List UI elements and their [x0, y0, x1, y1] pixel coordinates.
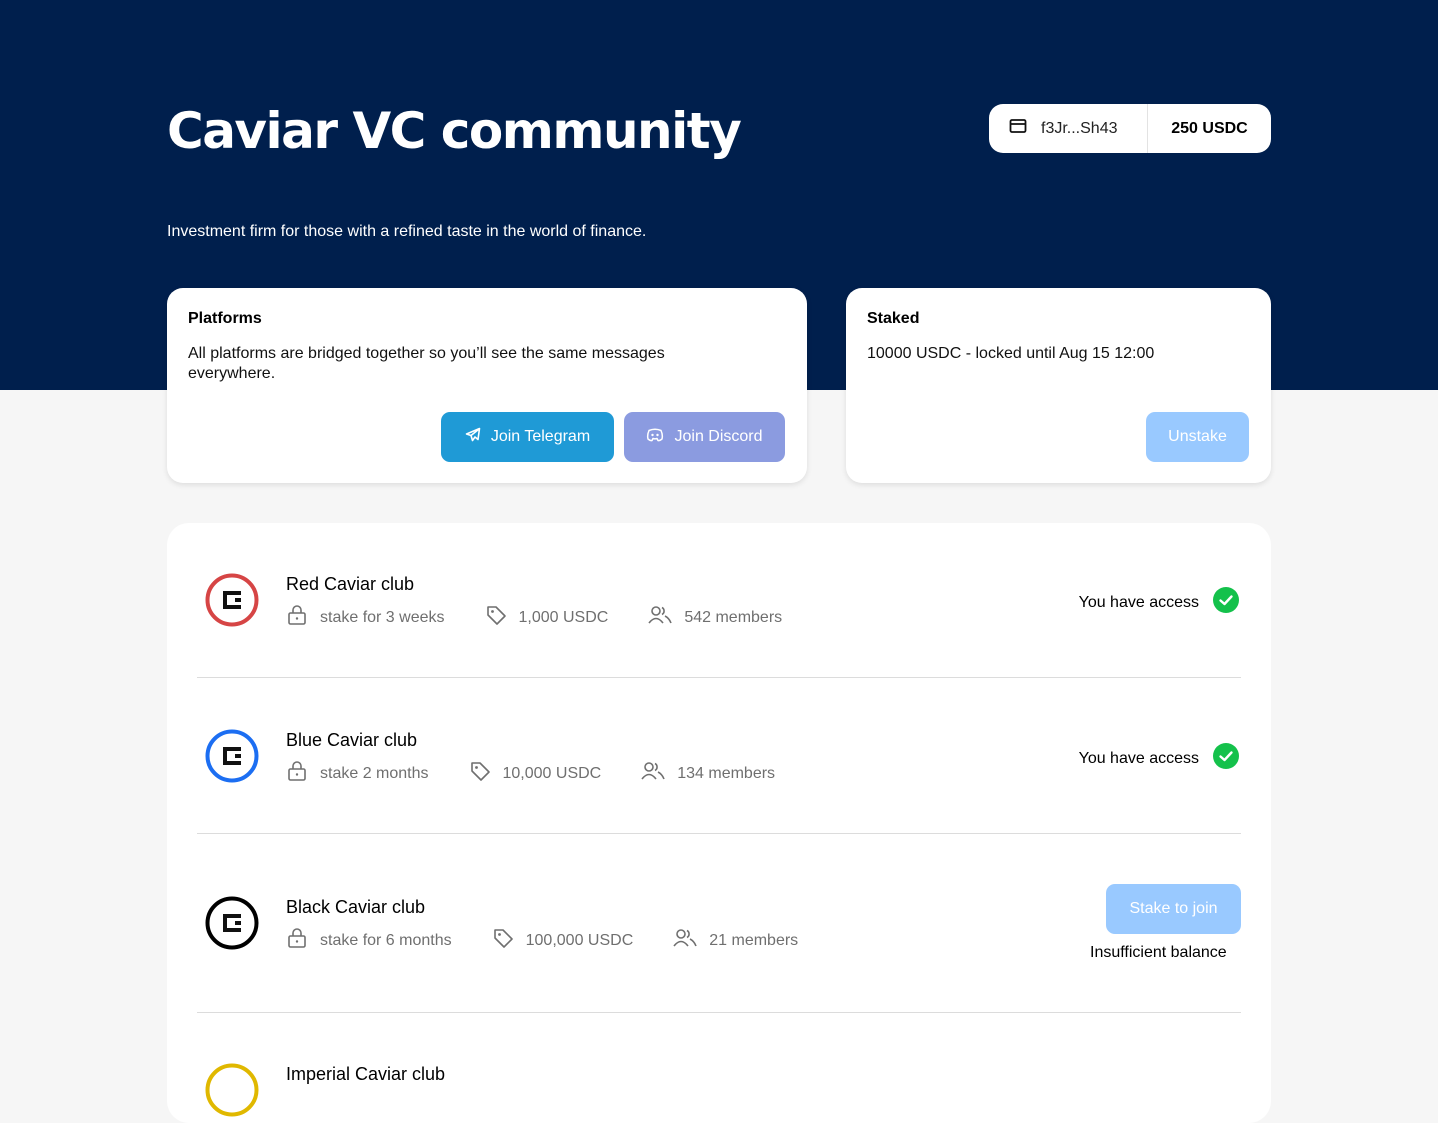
page-title: Caviar VC community: [167, 102, 742, 160]
join-telegram-label: Join Telegram: [490, 428, 591, 445]
club-members: 21 members: [709, 931, 799, 949]
insufficient-balance-label: Insufficient balance: [1090, 944, 1227, 961]
check-icon: [1213, 587, 1239, 618]
club-stake: stake for 6 months: [320, 931, 452, 949]
platforms-heading: Platforms: [188, 310, 262, 327]
join-discord-button[interactable]: Join Discord: [624, 412, 785, 462]
members-icon: [673, 928, 697, 953]
wallet-widget[interactable]: f3Jr...Sh43 250 USDC: [989, 104, 1271, 153]
discord-icon: [646, 428, 664, 447]
club-price: 100,000 USDC: [525, 931, 634, 949]
telegram-icon: [465, 427, 481, 448]
club-logo-icon: [205, 896, 259, 950]
club-logo-icon: [205, 1063, 259, 1117]
page-subtitle: Investment firm for those with a refined…: [167, 223, 647, 240]
tag-icon: [469, 760, 491, 787]
club-stake: stake for 3 weeks: [320, 608, 445, 626]
join-discord-label: Join Discord: [674, 428, 763, 445]
club-name: Blue Caviar club: [286, 730, 418, 750]
check-icon: [1213, 743, 1239, 774]
lock-icon: [286, 927, 308, 954]
tag-icon: [485, 604, 507, 631]
access-status: You have access: [1079, 743, 1239, 774]
staked-description: 10000 USDC - locked until Aug 15 12:00: [867, 345, 1155, 362]
club-name: Black Caviar club: [286, 897, 426, 917]
club-price: 10,000 USDC: [502, 764, 602, 782]
club-meta: stake 2 months 10,000 USDC 134 members: [286, 760, 815, 787]
access-label: You have access: [1078, 593, 1199, 611]
divider: [197, 833, 1241, 834]
staked-heading: Staked: [867, 310, 920, 327]
members-icon: [648, 605, 673, 630]
club-members: 134 members: [677, 764, 776, 782]
platforms-card: Platforms All platforms are bridged toge…: [167, 288, 807, 483]
staked-card: Staked 10000 USDC - locked until Aug 15 …: [846, 288, 1271, 483]
club-meta: stake for 3 weeks 1,000 USDC 542 members: [286, 604, 822, 631]
club-logo-icon: [205, 573, 259, 627]
club-meta: stake for 6 months 100,000 USDC 21 membe…: [286, 927, 838, 954]
wallet-address: f3Jr...Sh43: [1041, 119, 1118, 137]
tag-icon: [492, 927, 514, 954]
club-logo-icon: [205, 729, 259, 783]
platforms-description: All platforms are bridged together so yo…: [188, 345, 665, 382]
access-label: You have access: [1078, 749, 1199, 767]
club-name: Imperial Caviar club: [286, 1064, 446, 1084]
club-price: 1,000 USDC: [518, 608, 609, 626]
club-name: Red Caviar club: [286, 574, 415, 594]
unstake-button[interactable]: Unstake: [1146, 412, 1249, 462]
club-members: 542 members: [684, 608, 783, 626]
join-telegram-button[interactable]: Join Telegram: [441, 412, 614, 462]
divider: [197, 1012, 1241, 1013]
wallet-balance: 250 USDC: [1171, 119, 1248, 137]
lock-icon: [286, 604, 308, 631]
divider: [197, 677, 1241, 678]
stake-to-join-button[interactable]: Stake to join: [1106, 884, 1241, 934]
lock-icon: [286, 760, 308, 787]
clubs-list: Red Caviar club stake for 3 weeks 1,000 …: [167, 523, 1271, 1123]
wallet-address-button[interactable]: f3Jr...Sh43: [989, 104, 1148, 153]
members-icon: [641, 761, 665, 786]
access-status: You have access: [1079, 587, 1239, 618]
wallet-icon: [1009, 118, 1027, 139]
club-stake: stake 2 months: [320, 764, 429, 782]
